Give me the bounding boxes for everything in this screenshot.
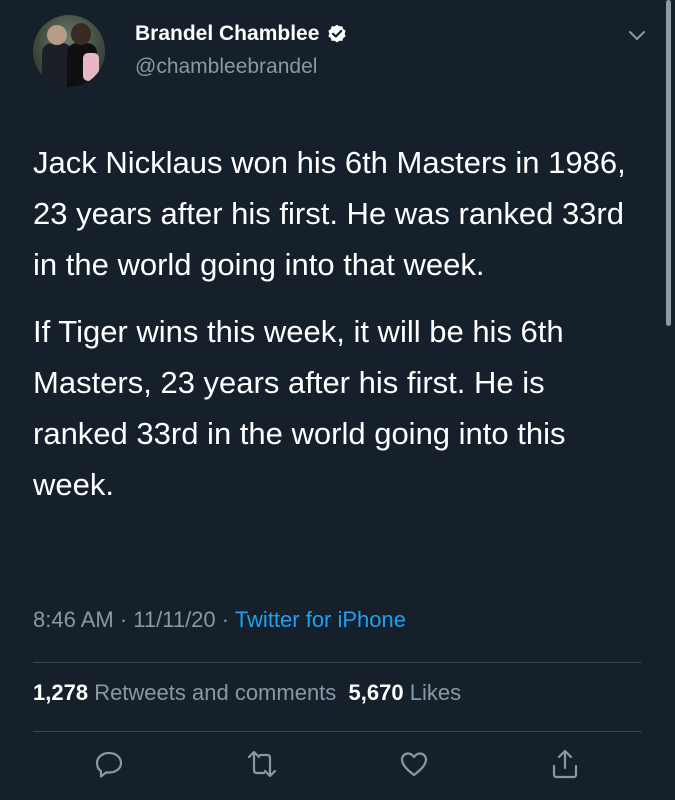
- tweet-source-link[interactable]: Twitter for iPhone: [235, 607, 406, 632]
- tweet-paragraph: If Tiger wins this week, it will be his …: [33, 314, 566, 502]
- verified-badge-icon: [327, 24, 347, 44]
- likes-label: Likes: [409, 680, 462, 705]
- retweets-count: 1,278: [33, 680, 89, 705]
- chevron-down-icon[interactable]: [627, 25, 647, 45]
- reply-icon[interactable]: [93, 748, 125, 780]
- separator: ·: [215, 607, 235, 632]
- separator: ·: [113, 607, 134, 632]
- tweet-paragraph: Jack Nicklaus won his 6th Masters in 198…: [33, 145, 626, 282]
- author-name[interactable]: Brandel Chamblee: [135, 22, 319, 46]
- retweets-label: Retweets and comments: [94, 680, 337, 705]
- author-name-row: Brandel Chamblee: [135, 22, 347, 46]
- divider: [33, 662, 642, 663]
- retweet-icon[interactable]: [246, 748, 278, 780]
- likes-count: 5,670: [348, 680, 404, 705]
- divider: [33, 731, 642, 732]
- action-bar: [0, 748, 675, 788]
- scrollbar[interactable]: [666, 0, 671, 326]
- tweet-meta: 8:46 AM · 11/11/20 · Twitter for iPhone: [33, 607, 406, 633]
- avatar[interactable]: [33, 15, 105, 87]
- likes-stat[interactable]: 5,670 Likes: [349, 680, 462, 705]
- heart-icon[interactable]: [398, 748, 430, 780]
- tweet-time: 8:46 AM: [33, 607, 114, 632]
- share-icon[interactable]: [549, 748, 581, 780]
- tweet-date: 11/11/20: [133, 607, 216, 632]
- retweets-stat[interactable]: 1,278 Retweets and comments: [33, 680, 336, 705]
- tweet-header: Brandel Chamblee @chambleebrandel: [33, 15, 655, 87]
- tweet-text: Jack Nicklaus won his 6th Masters in 198…: [33, 137, 648, 526]
- author-handle[interactable]: @chambleebrandel: [135, 55, 317, 79]
- tweet-stats: 1,278 Retweets and comments 5,670 Likes: [33, 680, 461, 706]
